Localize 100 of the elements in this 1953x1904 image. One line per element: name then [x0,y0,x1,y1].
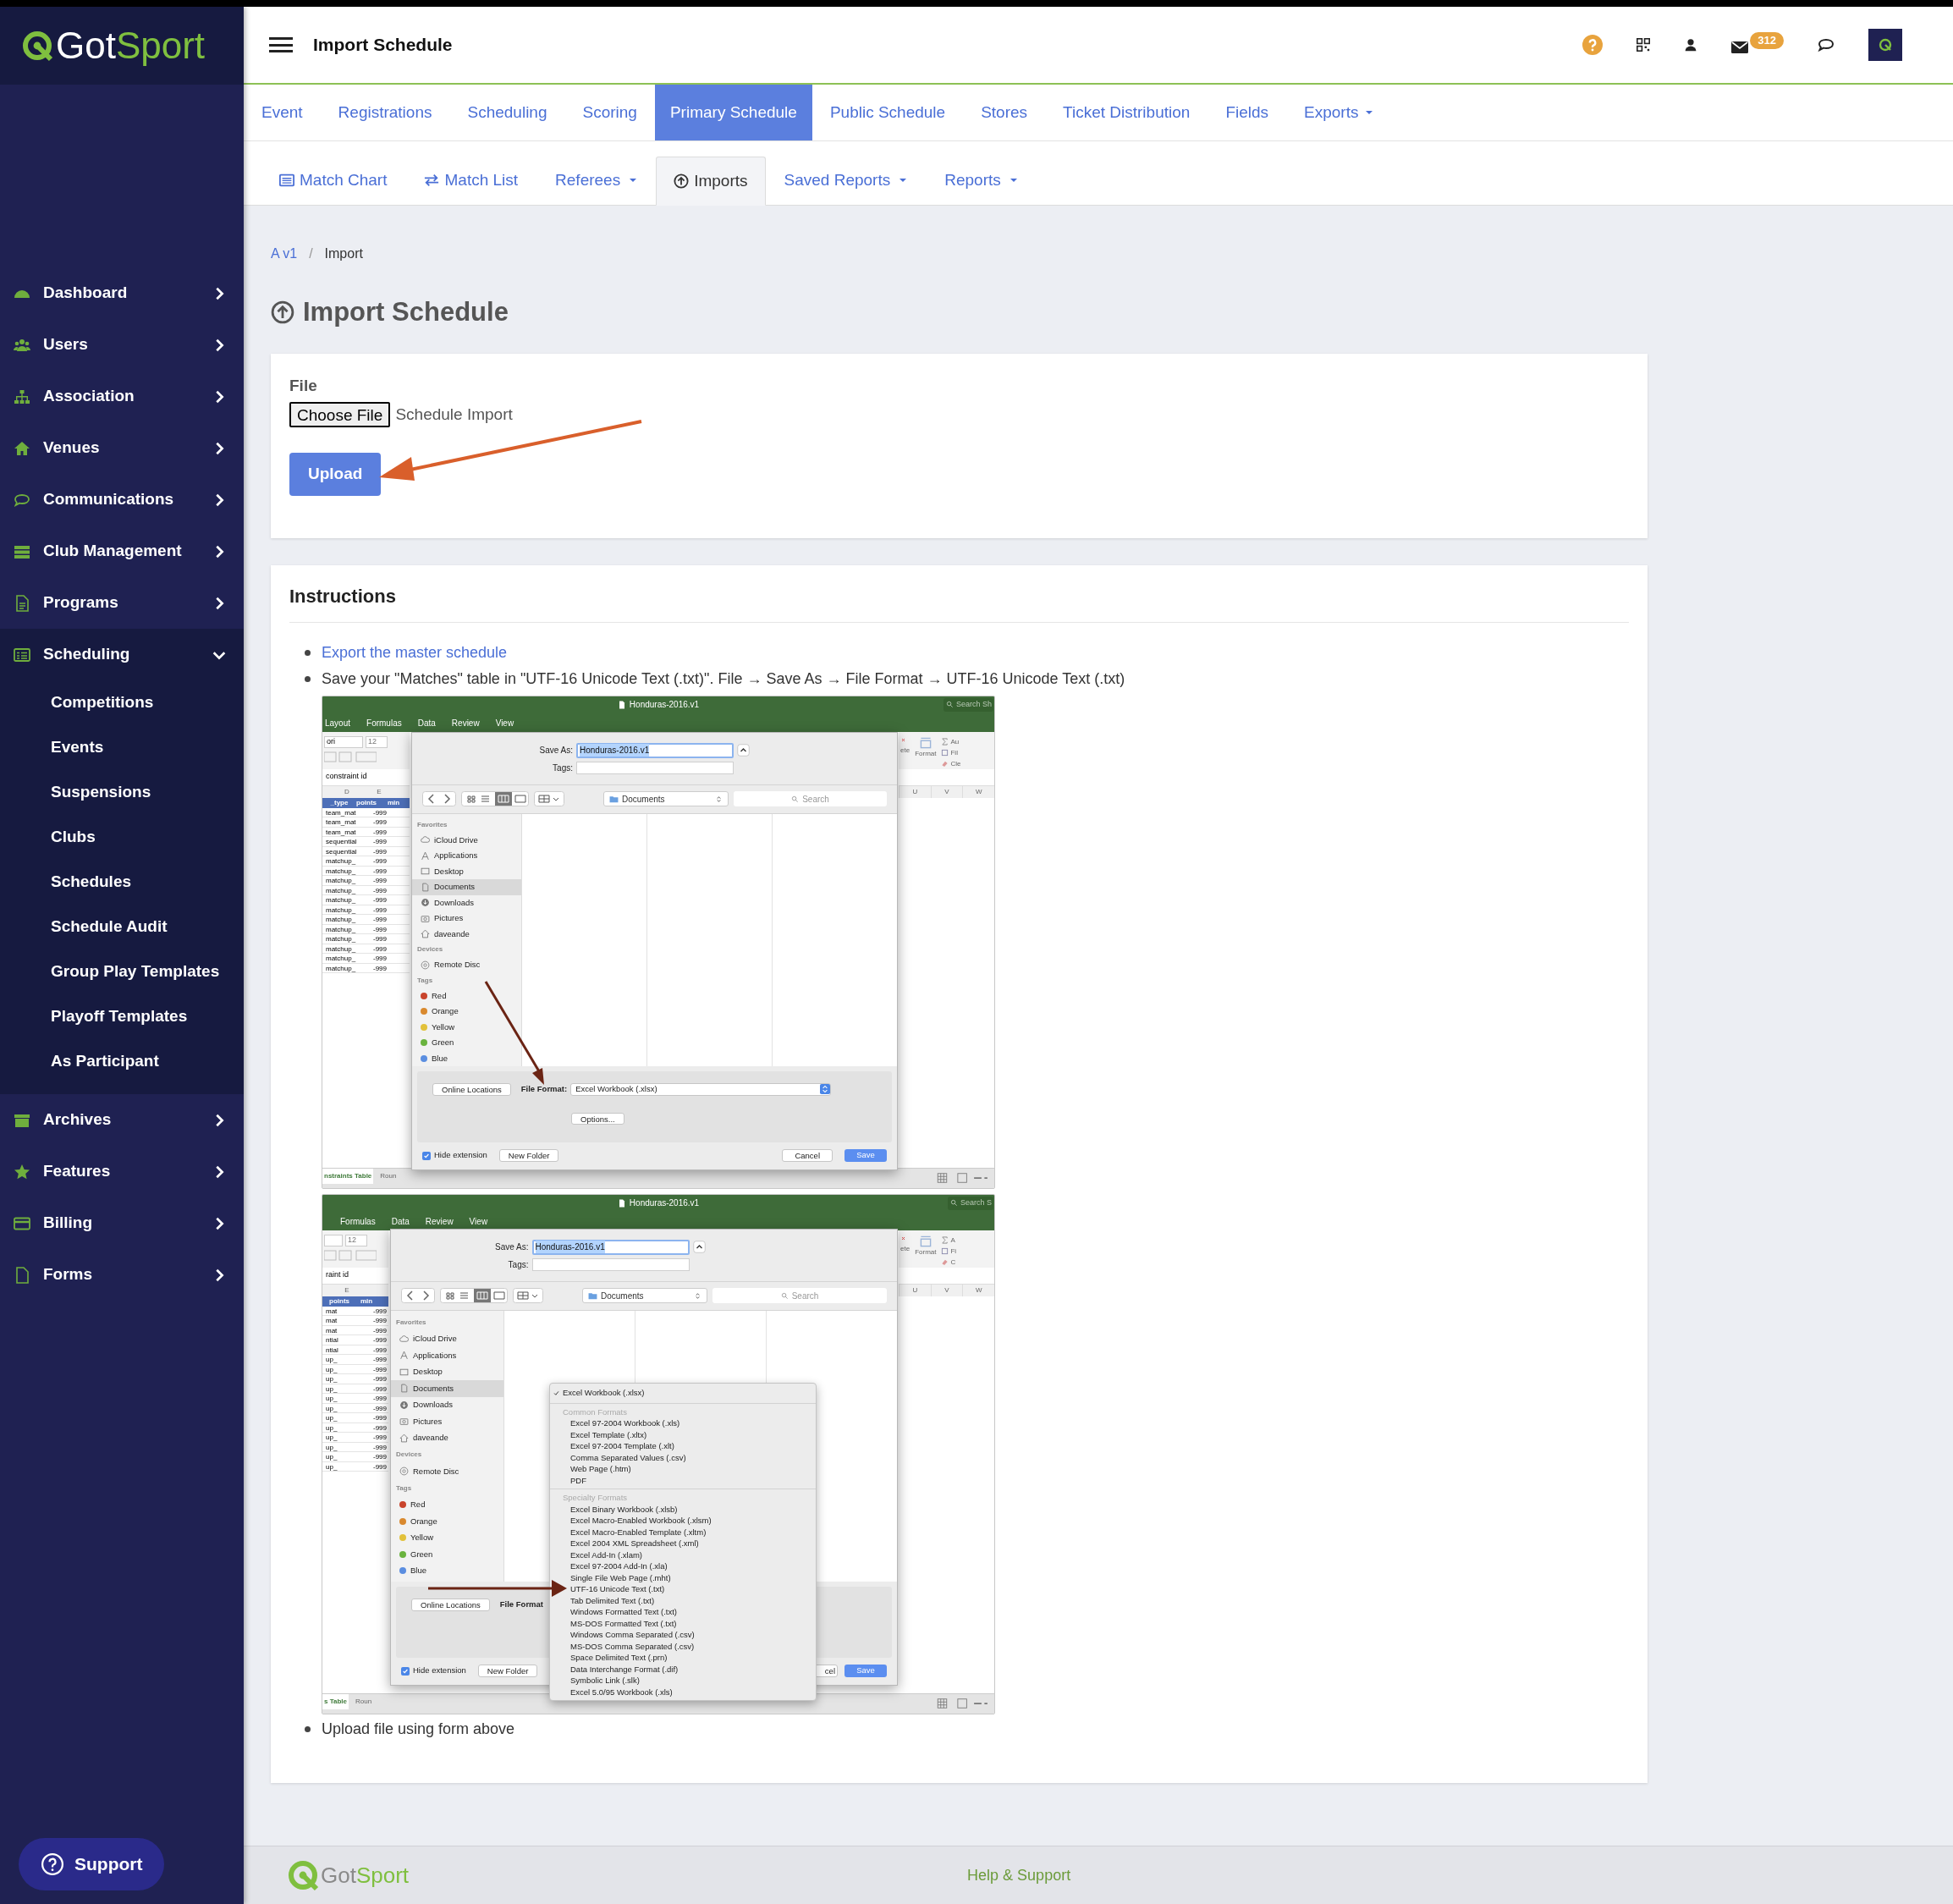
arrange-button[interactable] [534,791,564,806]
search-field[interactable]: Search Sh [943,697,993,712]
nav-tab[interactable]: Fields [1208,85,1287,140]
menu-item[interactable]: MS-DOS Comma Separated (.csv) [550,1640,816,1652]
menu-item[interactable]: Excel Add-In (.xlam) [550,1549,816,1560]
sidebar-subitem[interactable]: As Participant [0,1039,244,1084]
menu-item[interactable]: Single File Web Page (.mht) [550,1571,816,1583]
upload-button[interactable]: Upload [289,453,382,496]
menu-item[interactable]: Comma Separated Values (.csv) [550,1451,816,1463]
sidebar-item[interactable]: Dashboard [0,267,244,319]
sidebar-item[interactable]: iCloud Drive [412,832,521,848]
cancel-button[interactable]: Cancel [782,1149,833,1162]
new-folder-button[interactable]: New Folder [498,1149,559,1162]
sidebar-item[interactable]: iCloud Drive [391,1330,503,1347]
nav-tab[interactable]: Registrations [320,85,450,140]
search-field[interactable]: Search S [947,1196,993,1210]
nav-tab[interactable]: Ticket Distribution [1045,85,1208,140]
menu-item[interactable]: Excel 97-2004 Template (.xlt) [550,1440,816,1452]
menu-item[interactable]: PDF [550,1474,816,1486]
menu-item[interactable]: Space Delimited Text (.prn) [550,1652,816,1664]
nav-tab[interactable]: Scheduling [449,85,565,140]
ribbon-tab[interactable]: Formulas [366,716,402,729]
export-link[interactable]: Export the master schedule [322,641,508,664]
ribbon-tab[interactable]: Data [417,716,436,729]
sidebar-subitem[interactable]: Group Play Templates [0,949,244,994]
menu-item[interactable]: Excel Macro-Enabled Workbook (.xlsm) [550,1515,816,1527]
ribbon-tab[interactable]: View [469,1214,488,1228]
tags-field[interactable] [576,761,734,774]
sidebar-item[interactable]: Communications [0,474,244,526]
ribbon-tab[interactable]: Formulas [340,1214,376,1228]
sidebar-item[interactable]: Billing [0,1197,244,1249]
new-folder-button[interactable]: New Folder [477,1665,538,1677]
ribbon-tab[interactable]: Layout [325,716,351,729]
ribbon-tab[interactable]: Review [425,1214,454,1228]
sidebar-subitem[interactable]: Events [0,725,244,770]
sidebar-item[interactable]: daveande [391,1429,503,1446]
nav-tab[interactable]: Public Schedule [811,85,964,140]
choose-file-button[interactable]: Choose File [289,402,391,427]
sub-tab[interactable]: Match List [405,156,537,205]
tags-field[interactable] [531,1257,690,1271]
view-mode-buttons[interactable] [461,791,529,806]
location-dropdown[interactable]: Documents [603,791,729,806]
nav-tab[interactable]: Scoring [564,85,655,140]
menu-item[interactable]: Excel Template (.xltx) [550,1428,816,1440]
sidebar-item[interactable]: Orange [391,1513,503,1530]
font-name-field[interactable] [324,1234,343,1246]
sidebar-item[interactable]: Yellow [391,1529,503,1546]
sidebar-item[interactable]: Orange [412,1004,521,1020]
sidebar-item[interactable]: daveande [412,926,521,942]
save-as-field[interactable]: Honduras-2016.v1 [576,742,734,758]
menu-item[interactable]: Excel 2004 XML Spreadsheet (.xml) [550,1538,816,1549]
menu-item[interactable]: Excel 5.0/95 Workbook (.xls) [550,1686,816,1698]
save-as-field[interactable]: Honduras-2016.v1 [531,1239,690,1255]
chat-icon[interactable] [1818,36,1835,53]
sidebar-item[interactable]: Scheduling [0,629,244,680]
qr-code-icon[interactable] [1637,38,1651,52]
sidebar-item[interactable]: Red [412,988,521,1004]
support-button[interactable]: Support [19,1838,165,1890]
sidebar-item[interactable]: Association [0,371,244,422]
sidebar-subitem[interactable]: Clubs [0,815,244,860]
sidebar-subitem[interactable]: Playoff Templates [0,994,244,1039]
font-size-field[interactable]: 12 [345,1234,367,1246]
online-locations-button[interactable]: Online Locations [432,1082,511,1096]
font-name-field[interactable]: ori [324,735,363,748]
menu-item[interactable]: Windows Formatted Text (.txt) [550,1606,816,1618]
sidebar-item[interactable]: Venues [0,422,244,474]
menu-button[interactable] [269,37,293,52]
sidebar-item[interactable]: Documents [391,1380,503,1397]
sidebar-item[interactable]: Downloads [412,894,521,911]
menu-item[interactable]: Tab Delimited Text (.txt) [550,1594,816,1606]
sidebar-item[interactable]: Forms [0,1249,244,1301]
font-size-field[interactable]: 12 [366,735,388,748]
user-icon[interactable] [1684,38,1698,52]
sheet-tab[interactable]: Roun [373,1168,404,1184]
sidebar-item[interactable]: Documents [412,879,521,895]
sidebar-item[interactable]: Green [391,1546,503,1563]
sidebar-item[interactable]: Club Management [0,526,244,577]
checkbox[interactable] [422,1151,431,1160]
checkbox[interactable] [401,1666,410,1676]
sub-tab[interactable]: Referees [536,156,657,205]
nav-tab[interactable]: Exports [1286,85,1392,140]
online-locations-button[interactable]: Online Locations [411,1598,490,1611]
menu-item[interactable]: Excel 97-2004 Workbook (.xls) [550,1417,816,1429]
sub-tab[interactable]: Reports [926,156,1037,205]
mail-icon[interactable] [1731,39,1749,56]
sheet-tab[interactable]: nstraints Table [322,1168,374,1184]
arrange-button[interactable] [513,1288,543,1303]
sidebar-item[interactable]: Red [391,1496,503,1513]
sidebar-item[interactable]: Desktop [412,863,521,879]
back-forward-buttons[interactable] [401,1288,435,1303]
menu-item[interactable]: Excel 97-2004 Add-In (.xla) [550,1560,816,1572]
sidebar-item[interactable]: Blue [391,1562,503,1579]
menu-item[interactable]: MS-DOS Formatted Text (.txt) [550,1617,816,1629]
menu-item[interactable]: Excel Macro-Enabled Template (.xltm) [550,1526,816,1538]
menu-item[interactable]: Excel Workbook (.xlsx) [550,1385,816,1400]
sidebar-subitem[interactable]: Schedule Audit [0,905,244,949]
sub-tab[interactable]: Saved Reports [765,156,927,205]
sub-tab[interactable]: Match Chart [261,156,406,205]
location-dropdown[interactable]: Documents [582,1288,707,1303]
sidebar-subitem[interactable]: Schedules [0,860,244,905]
